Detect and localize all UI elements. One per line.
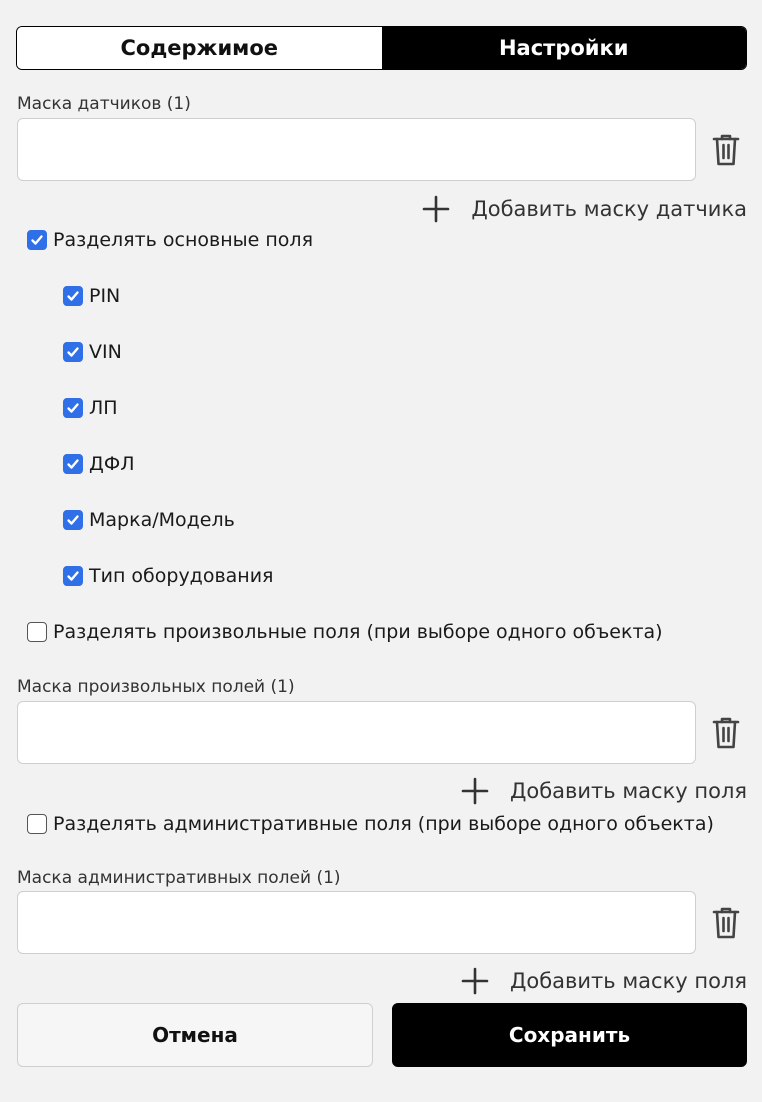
trash-icon	[712, 907, 740, 939]
custom-fields-mask-label: Маска произвольных полей (1)	[17, 677, 295, 697]
field-lp-checkbox[interactable]: ЛП	[63, 397, 118, 419]
split-admin-fields-checkbox[interactable]: Разделять административные поля (при выб…	[27, 813, 714, 835]
split-custom-fields-checkbox[interactable]: Разделять произвольные поля (при выборе …	[27, 621, 663, 643]
split-main-fields-checkbox[interactable]: Разделять основные поля	[27, 229, 313, 251]
trash-icon	[712, 134, 740, 166]
admin-fields-mask-label: Маска административных полей (1)	[17, 868, 341, 888]
checkbox-checked-icon	[63, 454, 83, 474]
add-custom-fields-mask-label: Добавить маску поля	[509, 779, 747, 803]
tab-contents[interactable]: Содержимое	[17, 27, 382, 69]
plus-icon	[421, 194, 451, 224]
split-admin-fields-label: Разделять административные поля (при выб…	[53, 813, 714, 835]
plus-icon	[460, 966, 490, 996]
add-sensor-mask-button[interactable]: Добавить маску датчика	[421, 194, 747, 224]
sensor-mask-label: Маска датчиков (1)	[17, 94, 191, 114]
add-sensor-mask-label: Добавить маску датчика	[471, 197, 747, 221]
checkbox-checked-icon	[63, 510, 83, 530]
field-make-model-checkbox[interactable]: Марка/Модель	[63, 509, 235, 531]
delete-sensor-mask-button[interactable]	[708, 130, 744, 170]
checkbox-checked-icon	[63, 566, 83, 586]
tab-settings[interactable]: Настройки	[381, 27, 746, 69]
checkbox-unchecked-icon	[27, 622, 47, 642]
add-admin-fields-mask-label: Добавить маску поля	[509, 969, 747, 993]
delete-admin-fields-mask-button[interactable]	[708, 903, 744, 943]
checkbox-checked-icon	[63, 342, 83, 362]
sensor-mask-input[interactable]	[17, 118, 696, 181]
checkbox-checked-icon	[63, 398, 83, 418]
delete-custom-fields-mask-button[interactable]	[708, 713, 744, 753]
checkbox-checked-icon	[27, 230, 47, 250]
field-lp-label: ЛП	[89, 397, 118, 419]
field-dfl-label: ДФЛ	[89, 453, 135, 475]
custom-fields-mask-input[interactable]	[17, 701, 696, 764]
add-admin-fields-mask-button[interactable]: Добавить маску поля	[460, 966, 747, 996]
cancel-button[interactable]: Отмена	[17, 1003, 373, 1067]
split-main-fields-label: Разделять основные поля	[53, 229, 313, 251]
field-equipment-type-checkbox[interactable]: Тип оборудования	[63, 565, 274, 587]
settings-panel: Содержимое Настройки Маска датчиков (1) …	[0, 0, 762, 1102]
save-button[interactable]: Сохранить	[392, 1003, 747, 1067]
field-pin-label: PIN	[89, 285, 121, 307]
field-dfl-checkbox[interactable]: ДФЛ	[63, 453, 135, 475]
add-custom-fields-mask-button[interactable]: Добавить маску поля	[460, 776, 747, 806]
field-pin-checkbox[interactable]: PIN	[63, 285, 120, 307]
checkbox-checked-icon	[63, 286, 83, 306]
admin-fields-mask-input[interactable]	[17, 891, 696, 954]
field-vin-label: VIN	[89, 341, 122, 363]
field-vin-checkbox[interactable]: VIN	[63, 341, 122, 363]
checkbox-unchecked-icon	[27, 814, 47, 834]
field-make-model-label: Марка/Модель	[89, 509, 235, 531]
split-custom-fields-label: Разделять произвольные поля (при выборе …	[53, 621, 663, 643]
tab-bar: Содержимое Настройки	[16, 26, 747, 70]
plus-icon	[460, 776, 490, 806]
field-equipment-type-label: Тип оборудования	[89, 565, 274, 587]
trash-icon	[712, 717, 740, 749]
